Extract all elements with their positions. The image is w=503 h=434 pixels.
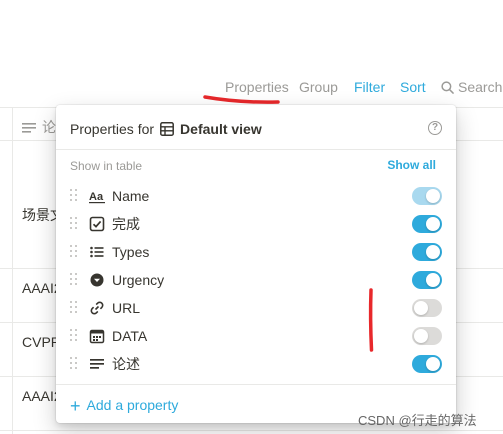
- filter-button[interactable]: Filter: [354, 78, 385, 96]
- property-name: DATA: [112, 328, 148, 344]
- text-aa-icon: Aa: [89, 188, 105, 204]
- table-column-border: [12, 107, 13, 434]
- property-name: Types: [112, 244, 150, 260]
- property-row[interactable]: Types: [56, 238, 456, 266]
- toggle-knob: [426, 189, 440, 203]
- properties-for-label: Properties for: [70, 121, 155, 137]
- plus-icon: +: [70, 396, 81, 416]
- calendar-icon: [89, 328, 105, 344]
- divider: [56, 384, 456, 385]
- show-all-button[interactable]: Show all: [387, 158, 436, 172]
- toggle-knob: [426, 217, 440, 231]
- property-name: 完成: [112, 216, 140, 232]
- search-button[interactable]: Search: [441, 78, 502, 96]
- divider: [56, 149, 456, 150]
- toggle-knob: [426, 245, 440, 259]
- checkbox-icon: [89, 216, 105, 232]
- drag-handle-icon[interactable]: [70, 329, 78, 343]
- drag-handle-icon[interactable]: [70, 301, 78, 315]
- drag-handle-icon[interactable]: [70, 245, 78, 259]
- property-visibility-toggle[interactable]: [412, 187, 442, 205]
- property-visibility-toggle[interactable]: [412, 215, 442, 233]
- property-row[interactable]: Aa Name: [56, 182, 456, 210]
- search-icon: [441, 81, 454, 94]
- column-header[interactable]: 论: [22, 117, 56, 137]
- svg-text:Aa: Aa: [89, 191, 104, 203]
- drag-handle-icon[interactable]: [70, 273, 78, 287]
- add-property-button[interactable]: + Add a property: [70, 396, 178, 417]
- property-row[interactable]: Urgency: [56, 266, 456, 294]
- column-header-label: 论: [42, 119, 56, 135]
- select-icon: [89, 272, 105, 288]
- table-icon: [160, 122, 174, 136]
- property-visibility-toggle[interactable]: [412, 243, 442, 261]
- properties-button[interactable]: Properties: [225, 78, 289, 96]
- view-name[interactable]: Default view: [180, 121, 262, 137]
- drag-handle-icon[interactable]: [70, 189, 78, 203]
- property-row[interactable]: DATA: [56, 322, 456, 350]
- property-name: Name: [112, 188, 150, 204]
- property-name: 论述: [112, 356, 140, 372]
- property-visibility-toggle[interactable]: [412, 355, 442, 373]
- property-row[interactable]: 完成: [56, 210, 456, 238]
- search-label: Search: [458, 79, 503, 95]
- property-visibility-toggle[interactable]: [412, 299, 442, 317]
- popup-header: Properties for Default view: [70, 119, 262, 139]
- drag-handle-icon[interactable]: [70, 357, 78, 371]
- text-lines-icon: [22, 123, 36, 133]
- property-visibility-toggle[interactable]: [412, 271, 442, 289]
- text-lines-icon: [89, 356, 105, 372]
- view-toolbar: Properties Group Filter Sort Search: [0, 78, 503, 96]
- property-visibility-toggle[interactable]: [412, 327, 442, 345]
- toggle-knob: [426, 357, 440, 371]
- watermark: CSDN @行走的算法: [358, 413, 477, 428]
- properties-popup: Properties for Default view ? Show in tab…: [56, 105, 456, 423]
- toggle-knob: [414, 329, 428, 343]
- section-label: Show in table: [70, 159, 143, 173]
- link-icon: [89, 300, 105, 316]
- annotation-mark: [368, 288, 374, 352]
- property-row[interactable]: URL: [56, 294, 456, 322]
- add-property-label: Add a property: [86, 397, 179, 413]
- property-name: URL: [112, 300, 141, 316]
- property-row[interactable]: 论述: [56, 350, 456, 378]
- toggle-knob: [426, 273, 440, 287]
- drag-handle-icon[interactable]: [70, 217, 78, 231]
- table-row-border: [0, 430, 503, 431]
- property-name: Urgency: [112, 272, 165, 288]
- help-icon[interactable]: ?: [428, 121, 442, 135]
- group-button[interactable]: Group: [299, 78, 338, 96]
- list-icon: [89, 244, 105, 260]
- toggle-knob: [414, 301, 428, 315]
- sort-button[interactable]: Sort: [400, 78, 426, 96]
